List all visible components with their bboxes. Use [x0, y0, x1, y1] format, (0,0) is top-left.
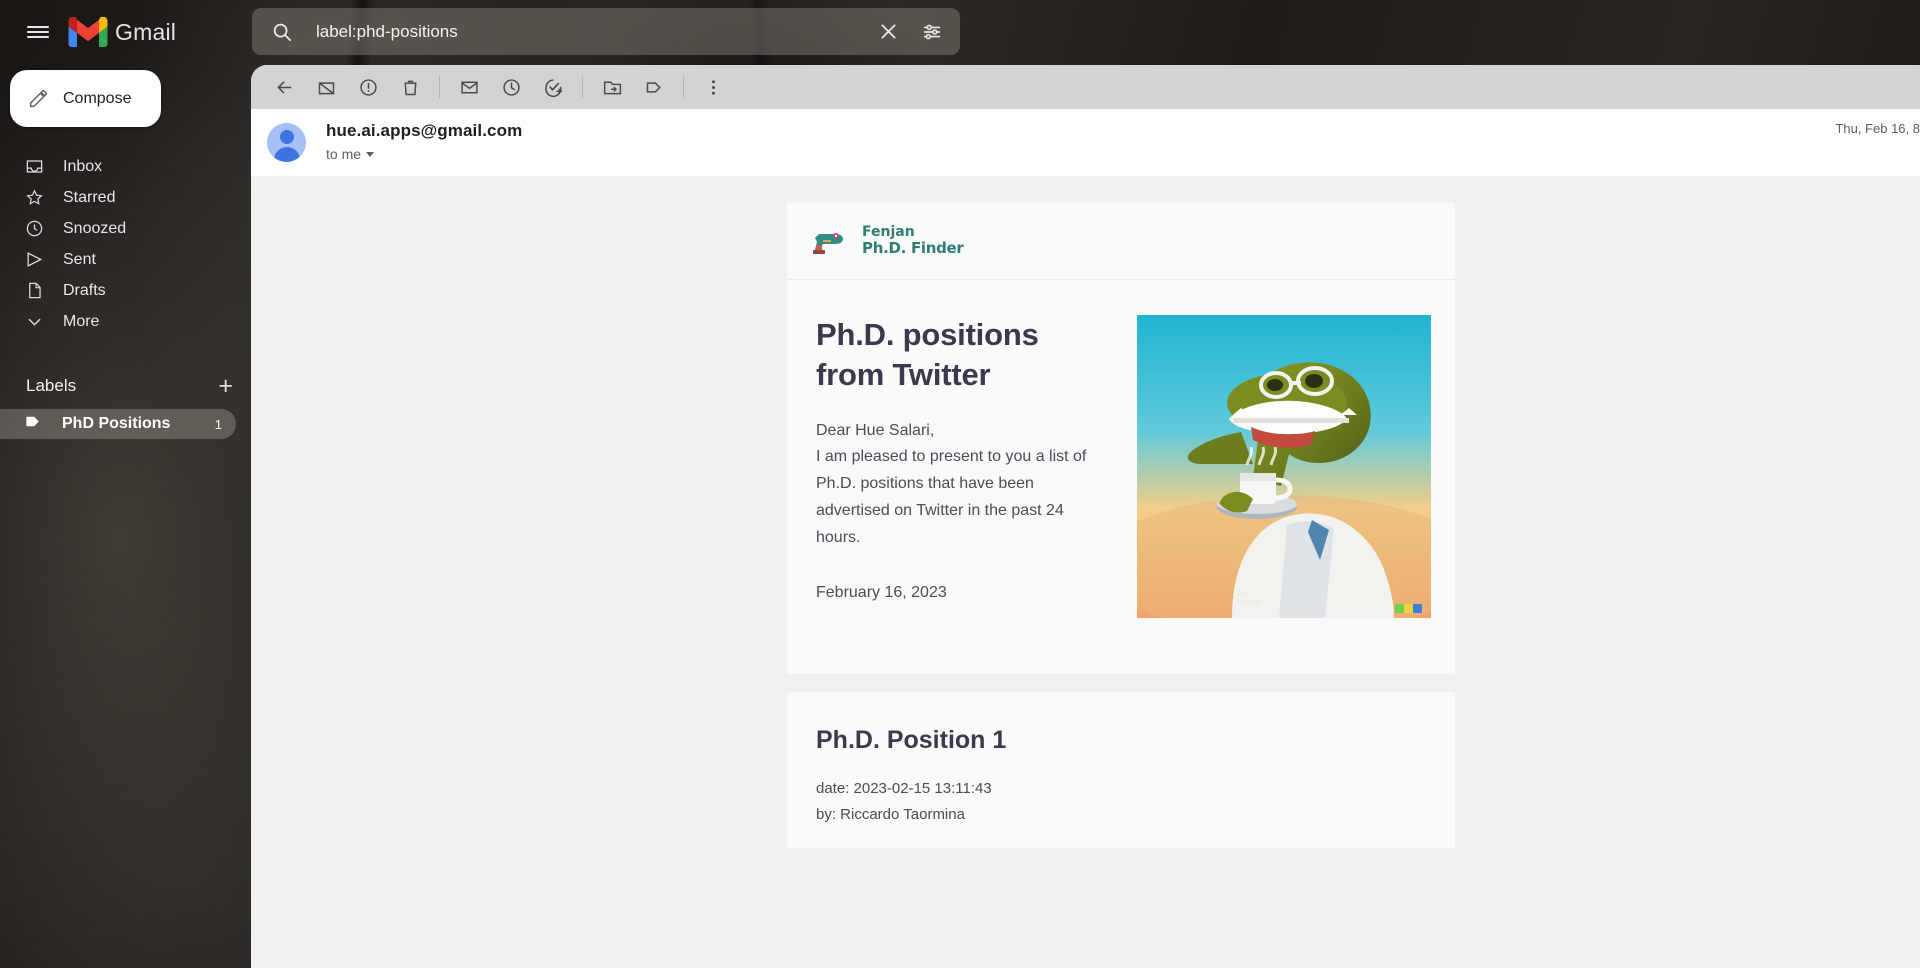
- chevron-down-icon: [24, 312, 44, 332]
- sidebar-item-label: Starred: [63, 188, 116, 206]
- inbox-icon: [24, 157, 44, 177]
- mail-reading-pane: hue.ai.apps@gmail.com to me Thu, Feb 16,…: [251, 65, 1920, 968]
- message-date: Thu, Feb 16, 8: [1835, 121, 1920, 136]
- gmail-wordmark: Gmail: [115, 18, 177, 45]
- svg-text:Bio: Bio: [1237, 590, 1248, 598]
- sidebar-item-more[interactable]: More: [0, 306, 251, 337]
- close-icon[interactable]: [866, 10, 910, 54]
- position-card: Ph.D. Position 1 date: 2023-02-15 13:11:…: [787, 692, 1455, 848]
- recipient-label: to me: [326, 146, 362, 162]
- document-icon: [24, 281, 44, 301]
- hamburger-menu-icon[interactable]: [14, 8, 62, 56]
- position-date: date: 2023-02-15 13:11:43: [816, 780, 992, 797]
- sidebar-item-inbox[interactable]: Inbox: [0, 151, 251, 182]
- fenjan-dinosaur-logo: [813, 233, 843, 254]
- toolbar-divider: [582, 76, 583, 98]
- sidebar-item-label: Drafts: [63, 281, 106, 299]
- left-sidebar: Gmail Compose Inbox Starred Snoozed Sent…: [0, 0, 251, 968]
- brand-line-1: Fenjan: [862, 224, 915, 241]
- back-button[interactable]: [263, 66, 305, 108]
- gmail-logo[interactable]: Gmail: [68, 17, 176, 47]
- search-options-icon[interactable]: [910, 10, 954, 54]
- labels-button[interactable]: [633, 66, 675, 108]
- sidebar-item-drafts[interactable]: Drafts: [0, 275, 251, 306]
- search-bar[interactable]: [252, 8, 960, 55]
- dinosaur-scientist-illustration: Bio Render: [1137, 315, 1431, 618]
- sidebar-header: Gmail: [0, 0, 251, 64]
- label-name: PhD Positions: [62, 415, 171, 432]
- hero-date: February 16, 2023: [816, 583, 947, 601]
- recipient-line[interactable]: to me: [326, 146, 522, 162]
- add-to-tasks-button[interactable]: [532, 66, 574, 108]
- svg-text:Render: Render: [1237, 598, 1262, 606]
- newsletter-brand-header: Fenjan Ph.D. Finder: [787, 203, 1455, 280]
- position-heading: Ph.D. Position 1: [816, 726, 1007, 754]
- message-header: hue.ai.apps@gmail.com to me Thu, Feb 16,…: [251, 109, 1920, 176]
- mark-unread-button[interactable]: [448, 66, 490, 108]
- report-spam-button[interactable]: [347, 66, 389, 108]
- search-icon: [271, 21, 293, 43]
- message-toolbar: [251, 65, 1920, 109]
- chevron-down-icon: [366, 151, 375, 157]
- sender-email: hue.ai.apps@gmail.com: [326, 121, 523, 140]
- search-input[interactable]: [316, 21, 866, 42]
- clock-icon: [24, 219, 44, 239]
- gmail-app-window: Gmail Compose Inbox Starred Snoozed Sent…: [0, 0, 1920, 968]
- sidebar-item-label: Sent: [63, 250, 96, 268]
- newsletter-hero: Ph.D. positions from Twitter Dear Hue Sa…: [787, 280, 1455, 674]
- sidebar-item-snoozed[interactable]: Snoozed: [0, 213, 251, 244]
- send-icon: [24, 250, 44, 270]
- toolbar-divider: [439, 76, 440, 98]
- more-options-button[interactable]: [692, 66, 734, 108]
- toolbar-divider: [683, 76, 684, 98]
- delete-button[interactable]: [389, 66, 431, 108]
- sidebar-nav-list: Inbox Starred Snoozed Sent Drafts More: [0, 151, 251, 337]
- hero-greeting: Dear Hue Salari,: [816, 421, 935, 439]
- star-icon: [24, 188, 44, 208]
- avatar: [267, 123, 306, 162]
- gmail-envelope-icon: [68, 17, 108, 47]
- brand-name: Fenjan Ph.D. Finder: [862, 224, 964, 258]
- brand-line-2: Ph.D. Finder: [862, 239, 964, 258]
- snooze-button[interactable]: [490, 66, 532, 108]
- sidebar-item-label: More: [63, 312, 100, 330]
- labels-title: Labels: [26, 376, 77, 395]
- plus-icon[interactable]: +: [218, 373, 233, 399]
- label-tag-icon: [24, 412, 43, 436]
- sidebar-item-sent[interactable]: Sent: [0, 244, 251, 275]
- message-body: Fenjan Ph.D. Finder Ph.D. positions from…: [251, 176, 1920, 968]
- labels-section-header: Labels +: [0, 371, 251, 401]
- hero-title: Ph.D. positions from Twitter: [816, 317, 1039, 393]
- archive-button[interactable]: [305, 66, 347, 108]
- compose-button[interactable]: Compose: [10, 70, 161, 127]
- hero-paragraph: I am pleased to present to you a list of…: [816, 448, 1087, 547]
- pencil-icon: [29, 89, 48, 108]
- sidebar-item-label: Inbox: [63, 157, 103, 175]
- label-unread-count: 1: [214, 416, 222, 432]
- sidebar-item-phd-positions[interactable]: PhD Positions 1: [0, 409, 236, 439]
- sidebar-item-starred[interactable]: Starred: [0, 182, 251, 213]
- sidebar-item-label: Snoozed: [63, 219, 127, 237]
- move-to-button[interactable]: [591, 66, 633, 108]
- position-author: by: Riccardo Taormina: [816, 805, 965, 823]
- compose-label: Compose: [63, 89, 132, 107]
